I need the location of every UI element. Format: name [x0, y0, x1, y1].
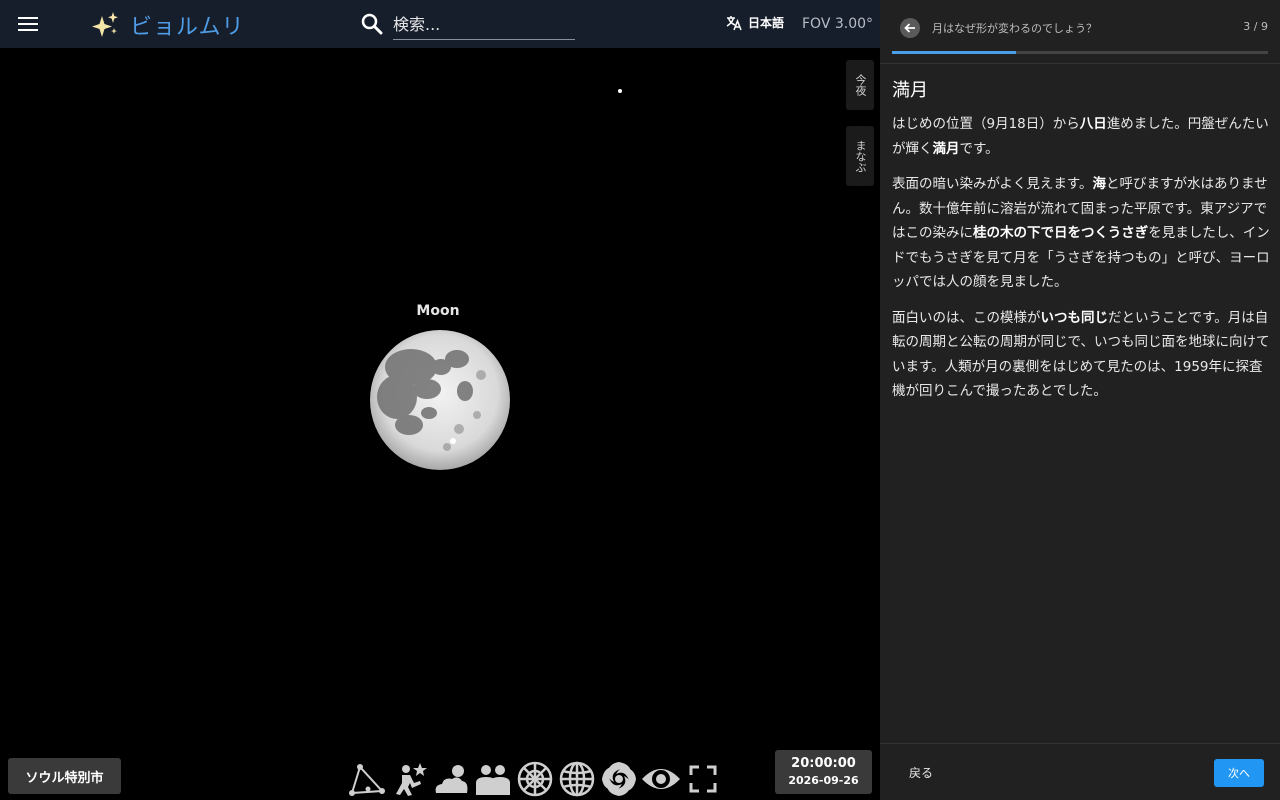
sky-view[interactable]: 今夜 まなぶ Moon ソウル特別市 20:00:00 2026-09-26 — [0, 0, 880, 800]
emphasis-text: 海 — [1092, 176, 1106, 192]
moon-label: Moon — [416, 303, 460, 319]
body-text: 面白いのは、この模様が — [892, 309, 1041, 326]
landscape-icon[interactable] — [472, 759, 514, 799]
datetime-button[interactable]: 20:00:00 2026-09-26 — [775, 750, 872, 794]
fullscreen-icon[interactable] — [682, 759, 724, 799]
moon[interactable] — [369, 329, 511, 471]
lesson-content: 満月 はじめの位置（9月18日）から八日進めました。円盤ぜんたいが輝く満月です。… — [892, 76, 1272, 415]
learn-tab[interactable]: まなぶ — [846, 126, 874, 186]
emphasis-text: いつも同じ — [1040, 309, 1109, 326]
tonight-tab-label: 今夜 — [854, 74, 867, 96]
back-arrow-icon[interactable] — [900, 18, 920, 38]
body-text: です。 — [959, 140, 999, 157]
paragraph-2: 表面の暗い染みがよく見えます。海と呼びますが水はありません。数十億年前に溶岩が流… — [892, 172, 1272, 295]
time-label: 20:00:00 — [791, 756, 856, 771]
next-button[interactable]: 次へ — [1214, 759, 1264, 787]
search-icon[interactable] — [360, 12, 384, 36]
deep-sky-icon[interactable] — [598, 759, 640, 799]
body-text: はじめの位置（9月18日）から — [892, 116, 1080, 132]
emphasis-text: 満月 — [932, 140, 960, 157]
location-label: ソウル特別市 — [25, 770, 104, 786]
fov-readout: FOV 3.00° — [802, 16, 874, 32]
lesson-title: 月はなぜ形が変わるのでしょう？ — [932, 22, 1097, 35]
translate-icon — [726, 15, 742, 30]
tonight-tab[interactable]: 今夜 — [846, 60, 874, 110]
learn-tab-label: まなぶ — [854, 139, 867, 173]
app-name: ビョルムリ — [130, 15, 245, 40]
atmosphere-icon[interactable] — [430, 759, 472, 799]
language-selector[interactable]: 日本語 — [726, 14, 784, 31]
hamburger-menu-icon[interactable] — [16, 12, 40, 36]
panel-header: 月はなぜ形が変わるのでしょう？ 3 / 9 — [880, 0, 1280, 64]
search-box — [360, 8, 576, 42]
sparkle-logo-icon — [92, 12, 118, 37]
language-label: 日本語 — [748, 16, 785, 30]
body-text: 表面の暗い染みがよく見えます。 — [892, 176, 1093, 192]
emphasis-text: 桂の木の下で日をつくうさぎ — [973, 225, 1149, 241]
emphasis-text: 八日 — [1079, 116, 1107, 132]
bottom-toolbar — [346, 759, 724, 799]
equatorial-grid-icon[interactable] — [556, 759, 598, 799]
lesson-panel: 月はなぜ形が変わるのでしょう？ 3 / 9 満月 はじめの位置（9月18日）から… — [880, 0, 1280, 800]
lesson-heading: 満月 — [892, 80, 928, 101]
page-counter: 3 / 9 — [1243, 20, 1268, 33]
constellation-lines-icon[interactable] — [346, 759, 388, 799]
progress-bar — [892, 51, 1268, 54]
location-button[interactable]: ソウル特別市 — [8, 758, 121, 794]
back-button[interactable]: 戻る — [909, 764, 933, 781]
constellation-art-icon[interactable] — [388, 759, 430, 799]
azimuthal-grid-icon[interactable] — [514, 759, 556, 799]
date-label: 2026-09-26 — [788, 774, 859, 787]
progress-fill — [892, 51, 1017, 54]
paragraph-3: 面白いのは、この模様がいつも同じだということです。月は自転の周期と公転の周期が同… — [892, 306, 1272, 404]
top-bar: ビョルムリ 日本語 FOV 3.00° — [0, 0, 880, 48]
night-mode-icon[interactable] — [640, 759, 682, 799]
panel-footer: 戻る 次へ — [880, 743, 1280, 800]
star[interactable] — [618, 89, 622, 93]
paragraph-1: はじめの位置（9月18日）から八日進めました。円盤ぜんたいが輝く満月です。 — [892, 112, 1272, 161]
search-input[interactable] — [393, 10, 575, 40]
